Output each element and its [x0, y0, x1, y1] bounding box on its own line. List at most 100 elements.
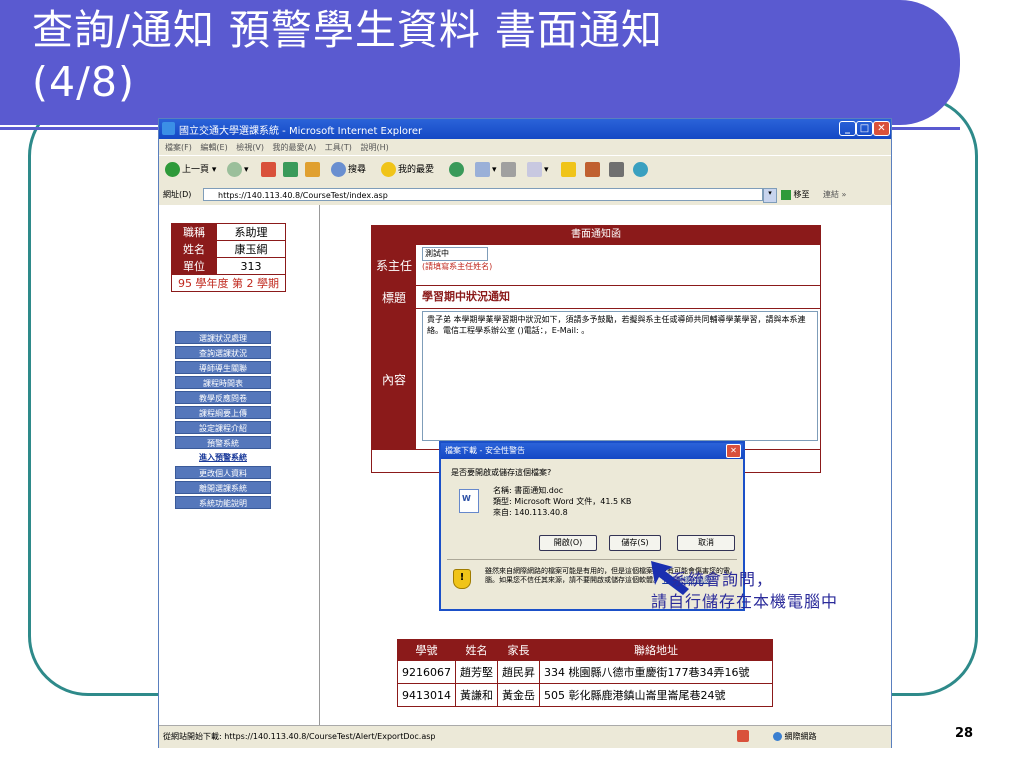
media-icon	[609, 162, 624, 177]
sidebar-item-tutor-link[interactable]: 導師導生關聯	[175, 361, 271, 374]
sidebar-item-syllabus[interactable]: 課程綱要上傳	[175, 406, 271, 419]
sidebar-item-logout[interactable]: 離開選課系統	[175, 481, 271, 494]
left-pane: 職稱 系助理 姓名 康玉綱 單位 313 95 學年度 第 2 學期 選課狀況處理 查…	[159, 205, 320, 725]
sidebar-item-timetable[interactable]: 課程時間表	[175, 376, 271, 389]
col-name: 姓名	[455, 639, 498, 661]
window-title: 國立交通大學選課系統 - Microsoft Internet Explorer	[179, 126, 423, 137]
sidebar-item-profile[interactable]: 更改個人資料	[175, 466, 271, 479]
search-icon	[331, 162, 346, 177]
menu-view[interactable]: 檢視(V)	[236, 142, 264, 153]
history-icon	[449, 162, 464, 177]
sidebar-item-course-intro[interactable]: 設定課程介紹	[175, 421, 271, 434]
forward-arrow-icon	[227, 162, 242, 177]
folder-icon	[561, 162, 576, 177]
annotation-line2: 請自行儲存在本機電腦中	[651, 592, 839, 611]
cell-address: 505 彰化縣鹿港鎮山崙里崙尾巷24號	[539, 683, 773, 707]
sidebar-item-survey[interactable]: 教學反應問卷	[175, 391, 271, 404]
annotation: 系統會詢問， 請自行儲存在本機電腦中	[651, 569, 838, 613]
word-file-icon: W	[459, 489, 479, 513]
content-label: 內容	[372, 309, 416, 449]
address-dropdown-icon[interactable]: ▾	[763, 188, 777, 203]
home-button[interactable]	[305, 162, 322, 180]
back-arrow-icon	[165, 162, 180, 177]
menu-help[interactable]: 說明(H)	[360, 142, 388, 153]
file-type: 類型: Microsoft Word 文件，41.5 KB	[493, 497, 632, 506]
stop-button[interactable]	[261, 162, 278, 180]
menu-favorites[interactable]: 我的最愛(A)	[273, 142, 317, 153]
favorites-button[interactable]: 我的最愛	[381, 162, 434, 180]
forward-button[interactable]: ▾	[227, 162, 249, 180]
back-button[interactable]: 上一頁 ▾	[165, 162, 216, 180]
user-info-table: 職稱 系助理 姓名 康玉綱 單位 313 95 學年度 第 2 學期	[171, 223, 286, 292]
menu-bar: 檔案(F) 編輯(E) 檢視(V) 我的最愛(A) 工具(T) 說明(H)	[159, 139, 891, 155]
info-val-name: 康玉綱	[216, 240, 286, 258]
back-label: 上一頁	[182, 165, 210, 175]
print-button[interactable]	[501, 162, 518, 180]
stop-icon	[261, 162, 276, 177]
term-label: 95 學年度 第 2 學期	[171, 274, 286, 292]
edit-icon	[527, 162, 542, 177]
content-textarea[interactable]: 貴子弟 本學期學業學習期中狀況如下，須請多予鼓勵，若擬與系主任或導師共同輔導學業…	[422, 311, 818, 441]
sidebar-item-query-status[interactable]: 查詢選課狀況	[175, 346, 271, 359]
info-key-name: 姓名	[171, 240, 217, 258]
slide-title-line1: 查詢/通知 預警學生資料 書面通知	[32, 6, 663, 54]
student-table: 學號 姓名 家長 聯絡地址 9216067 趙芳堅 趙民昇 334 桃園縣八德市…	[397, 639, 773, 707]
mail-button[interactable]: ▾	[475, 162, 497, 180]
search-button[interactable]: 搜尋	[331, 162, 366, 180]
window-titlebar: 國立交通大學選課系統 - Microsoft Internet Explorer…	[159, 119, 891, 139]
cell-parent: 黃金岳	[497, 683, 540, 707]
research-button[interactable]	[585, 162, 602, 180]
menu-edit[interactable]: 編輯(E)	[200, 142, 227, 153]
cancel-button[interactable]: 取消	[677, 535, 735, 551]
dialog-question: 是否要開啟或儲存這個檔案?	[451, 468, 552, 477]
menu-file[interactable]: 檔案(F)	[165, 142, 192, 153]
slide-title-line2: (4/8)	[32, 58, 135, 106]
director-hint: (請填寫系主任姓名)	[422, 262, 493, 271]
go-button[interactable]: 移至	[781, 189, 810, 200]
dialog-close-button[interactable]: ✕	[726, 444, 741, 458]
col-address: 聯絡地址	[539, 639, 773, 661]
media-button[interactable]	[609, 162, 626, 180]
file-source: 來自: 140.113.40.8	[493, 508, 568, 517]
messenger-icon	[633, 162, 648, 177]
minimize-button[interactable]: _	[839, 121, 856, 136]
shield-warning-icon: !	[453, 569, 471, 589]
sidebar-item-help[interactable]: 系統功能說明	[175, 496, 271, 509]
messenger-button[interactable]	[633, 162, 650, 180]
subject-row: 標題 學習期中狀況通知	[371, 286, 821, 309]
open-button[interactable]: 開啟(O)	[539, 535, 597, 551]
edit-button[interactable]: ▾	[527, 162, 549, 180]
cell-parent: 趙民昇	[497, 660, 540, 684]
sidebar-item-alert-system[interactable]: 預警系統	[175, 436, 271, 449]
sidebar-item-course-status[interactable]: 選課狀況處理	[175, 331, 271, 344]
status-text: 從網站開始下載: https://140.113.40.8/CourseTest…	[163, 732, 436, 741]
table-row: 9216067 趙芳堅 趙民昇 334 桃園縣八德市重慶街177巷34弄16號	[397, 660, 773, 684]
sidebar-item-enter-alert[interactable]: 進入預警系統	[175, 451, 271, 464]
home-icon	[305, 162, 320, 177]
subject-value: 學習期中狀況通知	[422, 290, 510, 303]
save-button[interactable]: 儲存(S)	[609, 535, 661, 551]
file-name: 名稱: 書面通知.doc	[493, 486, 564, 495]
search-label: 搜尋	[348, 165, 367, 175]
folder-button[interactable]	[561, 162, 578, 180]
col-parent: 家長	[497, 639, 540, 661]
cell-name: 黃謙和	[455, 683, 498, 707]
refresh-button[interactable]	[283, 162, 300, 180]
menu-tools[interactable]: 工具(T)	[325, 142, 352, 153]
address-bar: 網址(D) https://140.113.40.8/CourseTest/in…	[159, 185, 891, 205]
star-icon	[381, 162, 396, 177]
form-header: 書面通知函	[371, 225, 821, 245]
director-input[interactable]: 測試中	[422, 247, 488, 261]
address-input[interactable]: https://140.113.40.8/CourseTest/index.as…	[203, 188, 763, 201]
dialog-titlebar: 檔案下載 - 安全性警告 ✕	[441, 443, 743, 459]
globe-icon	[773, 732, 782, 741]
dialog-title: 檔案下載 - 安全性警告	[445, 446, 525, 455]
security-lock-icon	[737, 730, 749, 742]
subject-label: 標題	[372, 286, 416, 308]
print-icon	[501, 162, 516, 177]
close-button[interactable]: ✕	[873, 121, 890, 136]
maximize-button[interactable]: □	[856, 121, 873, 136]
address-label: 網址(D)	[163, 190, 192, 199]
links-button[interactable]: 連結 »	[823, 189, 846, 200]
history-button[interactable]	[449, 162, 466, 180]
